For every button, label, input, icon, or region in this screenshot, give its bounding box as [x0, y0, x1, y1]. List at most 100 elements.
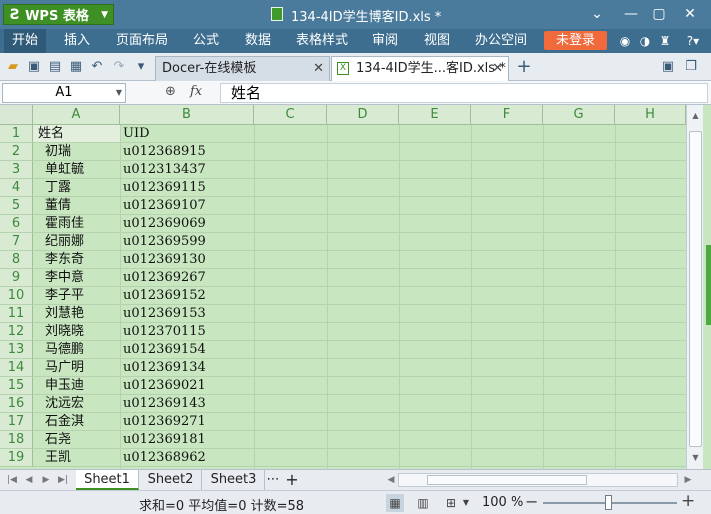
normal-view-icon[interactable]: ▦ — [386, 494, 404, 512]
page-layout-view-icon[interactable]: ▥ — [414, 494, 432, 512]
menu-insert[interactable]: 插入 — [56, 29, 98, 53]
chevron-down-icon[interactable]: ▼ — [460, 494, 472, 512]
column-header-c[interactable]: C — [254, 105, 327, 125]
cell-name[interactable]: 刘慧艳 — [45, 305, 84, 323]
cell-uid[interactable]: u012369143 — [123, 395, 206, 413]
tab-spreadsheet[interactable]: X 134-4ID学生...客ID.xls * ✕ — [331, 56, 509, 81]
print-preview-icon[interactable]: ▦ — [68, 59, 84, 75]
row-header[interactable]: 9 — [0, 269, 33, 287]
restore-window-icon[interactable]: ❐ — [683, 59, 699, 75]
row-header[interactable]: 14 — [0, 359, 33, 377]
zoom-out-icon[interactable]: − — [525, 492, 538, 511]
horizontal-scrollbar[interactable] — [398, 473, 678, 487]
next-sheet-icon[interactable]: ▶ — [39, 473, 53, 487]
page-break-view-icon[interactable]: ⊞ — [442, 494, 460, 512]
row-header[interactable]: 10 — [0, 287, 33, 305]
cell-uid[interactable]: u012368915 — [123, 143, 206, 161]
row-header[interactable]: 19 — [0, 449, 33, 467]
cell-name[interactable]: 王凯 — [45, 449, 71, 467]
cell-name[interactable]: 李中意 — [45, 269, 84, 287]
cell-uid[interactable]: u012370115 — [123, 323, 206, 341]
cell-uid[interactable]: u012369130 — [123, 251, 206, 269]
first-sheet-icon[interactable]: |◀ — [5, 473, 19, 487]
cell-name[interactable]: 沈远宏 — [45, 395, 84, 413]
row-header[interactable]: 12 — [0, 323, 33, 341]
column-header-d[interactable]: D — [327, 105, 399, 125]
cell-name[interactable]: 石尧 — [45, 431, 71, 449]
cell-uid[interactable]: u012369115 — [123, 179, 206, 197]
cell-name[interactable]: 申玉迪 — [45, 377, 84, 395]
column-header-f[interactable]: F — [471, 105, 543, 125]
cell-uid[interactable]: u012369271 — [123, 413, 206, 431]
cell-uid[interactable]: UID — [123, 125, 150, 143]
column-header-a[interactable]: A — [33, 105, 120, 125]
cell-uid[interactable]: u012313437 — [123, 161, 206, 179]
cell-name[interactable]: 霍雨佳 — [45, 215, 84, 233]
cell-name[interactable]: 李子平 — [45, 287, 84, 305]
row-header[interactable]: 11 — [0, 305, 33, 323]
wps-app-menu-button[interactable]: Ƨ WPS 表格 ▼ — [3, 4, 114, 25]
column-header-e[interactable]: E — [399, 105, 471, 125]
column-header-g[interactable]: G — [543, 105, 615, 125]
redo-icon[interactable]: ↷ — [111, 59, 127, 75]
maximize-button[interactable]: ▢ — [646, 3, 672, 25]
prev-sheet-icon[interactable]: ◀ — [22, 473, 36, 487]
scroll-left-icon[interactable]: ◀ — [384, 473, 398, 487]
help-button[interactable]: ?▾ — [681, 33, 705, 49]
horizontal-scroll-thumb[interactable] — [427, 475, 587, 485]
insert-function-button[interactable]: fx — [190, 84, 202, 99]
cell-uid[interactable]: u012369599 — [123, 233, 206, 251]
print-icon[interactable]: ▤ — [47, 59, 63, 75]
dropper-icon[interactable]: ◑ — [637, 33, 653, 49]
sheet-tab-1[interactable]: Sheet1 — [76, 470, 139, 490]
cell-name[interactable]: 马广明 — [45, 359, 84, 377]
scroll-up-icon[interactable]: ▲ — [687, 109, 704, 123]
login-button[interactable]: 未登录 — [544, 31, 607, 50]
row-header[interactable]: 6 — [0, 215, 33, 233]
select-all-corner[interactable] — [0, 105, 33, 125]
menu-formula[interactable]: 公式 — [186, 29, 226, 53]
vertical-scroll-thumb[interactable] — [689, 131, 702, 447]
scroll-right-icon[interactable]: ▶ — [681, 473, 695, 487]
shirt-icon[interactable]: ♜ — [657, 33, 673, 49]
column-header-b[interactable]: B — [120, 105, 254, 125]
search-function-icon[interactable]: ⊕ — [165, 84, 176, 99]
close-tab-icon[interactable]: ✕ — [313, 57, 324, 80]
row-header[interactable]: 17 — [0, 413, 33, 431]
shield-icon[interactable]: ◉ — [617, 33, 633, 49]
open-folder-icon[interactable]: ▰ — [5, 59, 21, 75]
menu-review[interactable]: 审阅 — [364, 29, 406, 53]
save-icon[interactable]: ▣ — [26, 59, 42, 75]
cell-uid[interactable]: u012369153 — [123, 305, 206, 323]
menu-office-space[interactable]: 办公空间 — [470, 29, 532, 53]
name-box[interactable]: A1 ▼ — [2, 83, 126, 103]
minimize-button[interactable]: — — [618, 3, 644, 25]
row-header[interactable]: 16 — [0, 395, 33, 413]
cell-name[interactable]: 丁露 — [45, 179, 71, 197]
cell-name[interactable]: 姓名 — [38, 125, 64, 143]
side-panel-handle[interactable] — [706, 245, 711, 325]
customize-toolbar-icon[interactable]: ▾ — [133, 59, 149, 75]
cell-uid[interactable]: u012369069 — [123, 215, 206, 233]
cell-uid[interactable]: u012369134 — [123, 359, 206, 377]
row-header[interactable]: 2 — [0, 143, 33, 161]
cell-name[interactable]: 初瑞 — [45, 143, 71, 161]
cell-name[interactable]: 刘晓晓 — [45, 323, 84, 341]
cell-uid[interactable]: u012369181 — [123, 431, 206, 449]
cell-uid[interactable]: u012369021 — [123, 377, 206, 395]
close-tab-icon[interactable]: ✕ — [492, 57, 503, 80]
row-header[interactable]: 13 — [0, 341, 33, 359]
cell-name[interactable]: 石金淇 — [45, 413, 84, 431]
tab-list-icon[interactable]: ▣ — [660, 59, 676, 75]
add-sheet-icon[interactable]: + — [283, 470, 301, 490]
cell-name[interactable]: 纪丽娜 — [45, 233, 84, 251]
last-sheet-icon[interactable]: ▶| — [56, 473, 70, 487]
row-header[interactable]: 3 — [0, 161, 33, 179]
row-header[interactable]: 5 — [0, 197, 33, 215]
row-header[interactable]: 15 — [0, 377, 33, 395]
row-header[interactable]: 7 — [0, 233, 33, 251]
row-header[interactable]: 18 — [0, 431, 33, 449]
cell-uid[interactable]: u012369267 — [123, 269, 206, 287]
menu-start[interactable]: 开始 — [4, 29, 46, 53]
vertical-scrollbar[interactable]: ▲ ▼ — [686, 105, 703, 469]
